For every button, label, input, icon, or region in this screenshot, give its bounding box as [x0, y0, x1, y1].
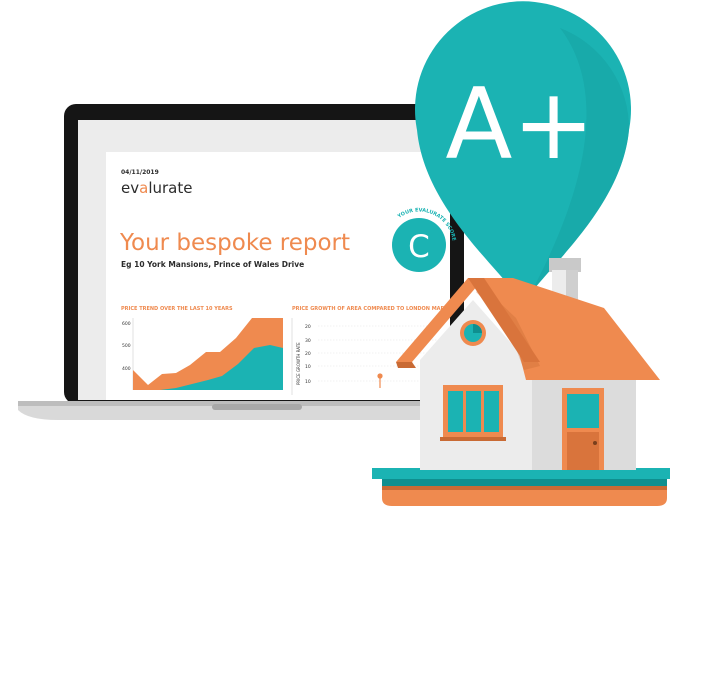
house-platform-edge [382, 479, 667, 486]
pin-grade: A+ [445, 68, 594, 182]
report-title: Your bespoke report [119, 230, 350, 256]
front-window-pane [448, 391, 463, 432]
report-address: Eg 10 York Mansions, Prince of Wales Dri… [121, 260, 304, 269]
door-glass [567, 394, 599, 428]
score-letter: C [408, 229, 430, 265]
hero-illustration: 04/11/2019 evalurate Your bespoke report… [18, 1, 670, 506]
chart-left-tick: 500 [122, 343, 131, 349]
chart-right-title: PRICE GROWTH OF AREA COMPARED TO LONDON … [292, 306, 456, 312]
chart-left-tick: 400 [122, 366, 131, 372]
chart-right-tick: 20 [305, 351, 311, 357]
window-sill [440, 437, 506, 441]
chart-right-tick: 30 [305, 338, 311, 344]
laptop-notch [212, 404, 302, 410]
chart-right-tick: 10 [305, 379, 311, 385]
chart-right-ylabel: PRICE GROWTH RATE [296, 342, 301, 385]
house-base-shadow [382, 486, 667, 490]
door-knob [593, 441, 597, 445]
chart-left-tick: 600 [122, 321, 131, 327]
front-window-pane [484, 391, 499, 432]
chart-right-marker [377, 373, 383, 379]
chart-left-title: PRICE TREND OVER THE LAST 10 YEARS [121, 306, 233, 312]
front-window-pane [466, 391, 481, 432]
report-date: 04/11/2019 [121, 169, 159, 176]
brand-logo: evalurate [121, 179, 192, 197]
door-panel [567, 432, 599, 470]
chimney-cap [549, 258, 581, 272]
chart-right-tick: 10 [305, 364, 311, 370]
chart-right-tick: 20 [305, 324, 311, 330]
